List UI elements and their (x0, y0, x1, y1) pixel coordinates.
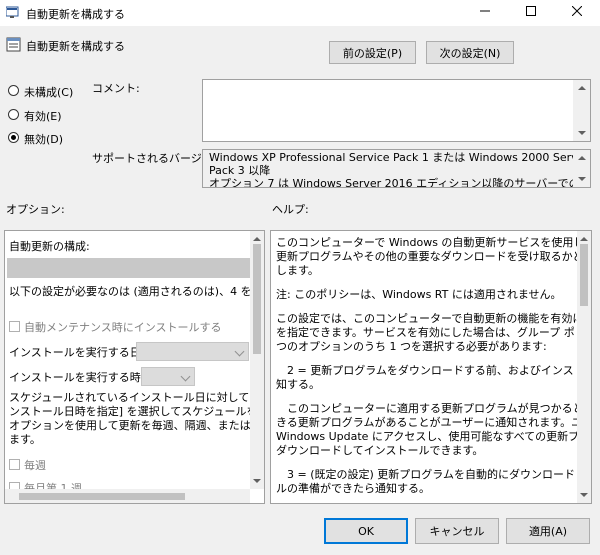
scroll-up-icon (578, 86, 586, 90)
scroll-down-icon (580, 493, 588, 497)
radio-dot (8, 85, 19, 96)
supported-line: オプション 7 は Windows Server 2016 エディション以降のサ… (209, 177, 591, 188)
help-paragraph: 3 = (既定の設定) 更新プログラムを自動的にダウンロードし、インストールの準… (276, 468, 591, 495)
scroll-up-icon (580, 237, 588, 241)
supported-versions-box: Windows XP Professional Service Pack 1 ま… (202, 149, 591, 188)
help-paragraph: このコンピューターに適用する更新プログラムが見つかると、ダウンロードできる更新プ… (276, 402, 592, 457)
weekly-checkbox-label: 毎週 (24, 459, 46, 472)
ok-button[interactable]: OK (324, 518, 408, 544)
minimize-icon (480, 10, 490, 12)
hscroll-thumb[interactable] (19, 493, 185, 500)
chevron-down-icon (180, 371, 191, 382)
schedule-text-line: オプションを使用して更新を毎週、隔週、または毎月行う (9, 419, 264, 432)
window-title: 自動更新を構成する (26, 8, 125, 21)
title-bar: 自動更新を構成する (0, 0, 600, 26)
policy-title: 自動更新を構成する (26, 40, 125, 53)
scroll-up-icon (578, 156, 586, 160)
install-day-label: インストールを実行する日: (9, 346, 145, 359)
chevron-down-icon (234, 346, 245, 357)
install-time-label: インストールを実行する時間: (9, 371, 156, 384)
minimize-button[interactable] (462, 0, 508, 26)
comment-label: コメント: (92, 82, 140, 95)
help-panel: このコンピューターで Windows の自動更新サービスを使用してセキュリティ更… (270, 230, 592, 504)
help-paragraph: このコンピューターで Windows の自動更新サービスを使用してセキュリティ更… (276, 236, 591, 277)
install-time-dropdown[interactable] (141, 367, 195, 386)
supported-scrollbar[interactable] (573, 150, 590, 187)
radio-label: 無効(D) (24, 133, 64, 146)
schedule-text-line: ます。 (9, 433, 41, 446)
help-label: ヘルプ: (272, 203, 309, 216)
install-day-dropdown[interactable] (136, 342, 249, 361)
comment-scrollbar[interactable] (573, 80, 590, 141)
radio-enabled[interactable]: 有効(E) (8, 108, 98, 124)
options-vscroll[interactable] (250, 231, 264, 489)
help-vscroll[interactable] (577, 231, 591, 503)
schedule-text-line: ンストール日時を指定] を選択してスケジュールを指定した (9, 405, 264, 418)
radio-disabled[interactable]: 無効(D) (8, 131, 98, 147)
weekly-checkbox[interactable] (9, 459, 20, 470)
help-paragraph: 注: このポリシーは、Windows RT には適用されません。 (276, 288, 562, 301)
scroll-thumb[interactable] (580, 244, 588, 306)
comment-textarea[interactable] (202, 79, 591, 142)
radio-dot-selected (8, 132, 19, 143)
prev-setting-button[interactable]: 前の設定(P) (329, 41, 416, 64)
scroll-up-icon (253, 237, 261, 241)
scroll-down-icon (578, 131, 586, 135)
options-hscroll[interactable] (5, 489, 250, 503)
cancel-button[interactable]: キャンセル (415, 518, 499, 544)
supported-line: Windows XP Professional Service Pack 1 ま… (209, 151, 591, 164)
options-panel: 自動更新の構成: 以下の設定が必要なのは (適用されるのは)、4 を選択し 自動… (4, 230, 265, 504)
maintenance-checkbox-label: 自動メンテナンス時にインストールする (24, 321, 222, 334)
maximize-button[interactable] (508, 0, 554, 26)
help-paragraph: 2 = 更新プログラムをダウンロードする前、およびインストールする前に通知する。 (276, 364, 591, 391)
radio-not-configured[interactable]: 未構成(C) (8, 84, 98, 100)
options-label: オプション: (6, 203, 65, 216)
schedule-text-line: スケジュールされているインストール日に対して [4 - 自動 (9, 391, 264, 404)
scroll-thumb[interactable] (253, 244, 261, 354)
supported-line: Pack 3 以降 (209, 164, 271, 177)
app-icon (6, 6, 19, 18)
configure-updates-dropdown[interactable] (7, 258, 250, 278)
radio-label: 有効(E) (24, 110, 62, 123)
radio-label: 未構成(C) (24, 86, 74, 99)
next-setting-button[interactable]: 次の設定(N) (426, 41, 514, 64)
close-button[interactable] (554, 0, 600, 26)
scroll-down-icon (253, 479, 261, 483)
required-settings-text: 以下の設定が必要なのは (適用されるのは)、4 を選択し (9, 285, 265, 298)
maintenance-checkbox[interactable] (9, 321, 20, 332)
policy-icon (6, 37, 21, 52)
help-paragraph: この設定では、このコンピューターで自動更新の機能を有効にするかどうかを指定できま… (276, 312, 592, 353)
radio-dot (8, 109, 19, 120)
apply-button[interactable]: 適用(A) (506, 518, 590, 544)
scroll-down-icon (578, 177, 586, 181)
close-icon (571, 5, 583, 17)
maximize-icon (526, 6, 536, 16)
help-content: このコンピューターで Windows の自動更新サービスを使用してセキュリティ更… (276, 236, 592, 503)
configure-updates-label: 自動更新の構成: (9, 240, 90, 253)
